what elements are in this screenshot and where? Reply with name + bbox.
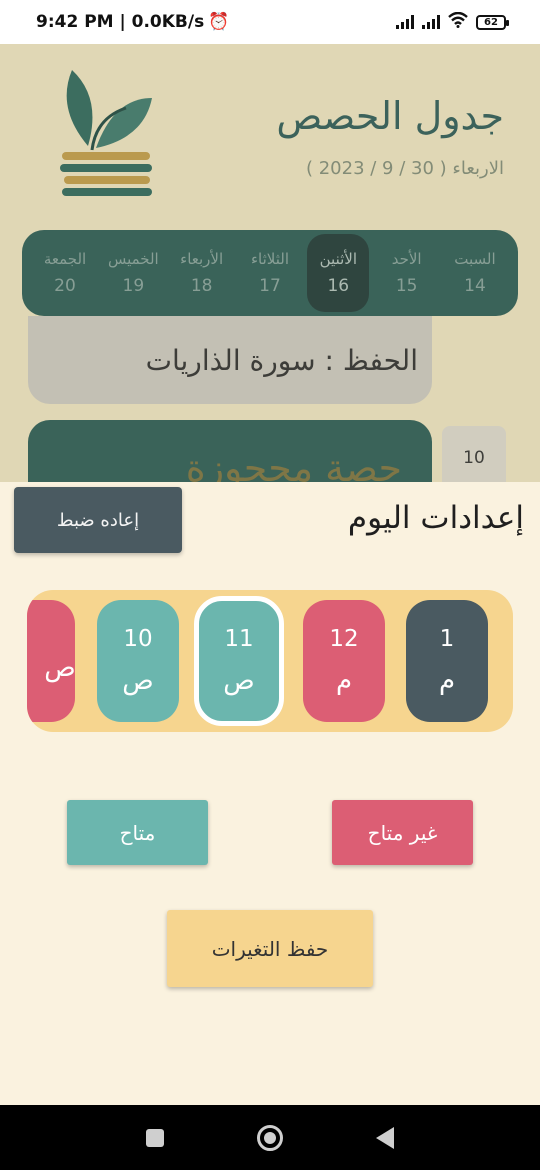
hour-number: 11: [224, 626, 254, 652]
status-right: 62: [396, 11, 509, 33]
day-name: السبت: [454, 250, 496, 268]
session-hour-tag: 10: [442, 426, 506, 490]
page-title: جدول الحصص: [276, 94, 504, 138]
recents-icon[interactable]: [146, 1128, 165, 1147]
days-strip: السبت 14 الأحد 15 الأثنين 16 الثلاثاء 17…: [22, 230, 518, 316]
status-time-speed: 9:42 PM | 0.0KB/s: [36, 12, 205, 32]
available-button[interactable]: متاح: [67, 800, 208, 865]
unavailable-button[interactable]: غير متاح: [332, 800, 473, 865]
day-number: 14: [464, 276, 486, 296]
wifi-icon: [448, 11, 468, 33]
day-number: 20: [54, 276, 76, 296]
day-wednesday[interactable]: الأربعاء 18: [171, 234, 233, 312]
hour-period: ص: [122, 666, 154, 696]
alarm-icon: ⏰: [208, 12, 230, 32]
save-changes-button[interactable]: حفظ التغيرات: [167, 910, 373, 987]
signal-icon: [422, 15, 440, 29]
reset-button[interactable]: إعاده ضبط: [14, 487, 182, 553]
system-nav-bar: [0, 1105, 540, 1170]
hour-period: م: [335, 666, 353, 696]
page-date: الاربعاء ( 30 / 9 / 2023 ): [305, 158, 504, 179]
day-number: 19: [122, 276, 145, 296]
home-icon[interactable]: [256, 1124, 283, 1151]
hour-number: 12: [329, 626, 359, 652]
session-hour: 10: [463, 448, 485, 468]
day-number: 17: [259, 276, 281, 296]
day-settings-sheet: إعدادات اليوم إعاده ضبط 1 م 12 م 11 ص 10…: [0, 482, 540, 1105]
day-number: 15: [395, 276, 418, 296]
hours-scroller[interactable]: 1 م 12 م 11 ص 10 ص ص: [27, 590, 513, 732]
day-name: الأثنين: [319, 250, 357, 268]
hour-chip-1pm[interactable]: 1 م: [406, 600, 488, 722]
day-name: الأحد: [391, 250, 422, 268]
day-friday[interactable]: الجمعة 20: [34, 234, 96, 312]
hour-chip-12pm[interactable]: 12 م: [303, 600, 385, 722]
status-bar: 9:42 PM | 0.0KB/s ⏰ 62: [0, 0, 540, 44]
day-name: الخميس: [107, 250, 159, 268]
memorize-text: الحفظ : سورة الذاريات: [145, 343, 418, 377]
memorize-card[interactable]: الحفظ : سورة الذاريات: [28, 316, 432, 404]
day-thursday[interactable]: الخميس 19: [102, 234, 164, 312]
day-name: الثلاثاء: [250, 250, 289, 268]
day-name: الأربعاء: [180, 250, 224, 268]
hour-period: ص: [44, 653, 76, 683]
back-icon[interactable]: [375, 1126, 394, 1149]
day-monday[interactable]: الأثنين 16: [307, 234, 370, 312]
status-left: 9:42 PM | 0.0KB/s ⏰: [36, 12, 229, 32]
hour-chip-10am[interactable]: 10 ص: [97, 600, 179, 722]
hour-number: 10: [123, 626, 153, 652]
day-sunday[interactable]: الأحد 15: [376, 234, 438, 312]
battery-level: 62: [484, 16, 498, 28]
book-leaf-logo-icon: [60, 70, 152, 196]
day-tuesday[interactable]: الثلاثاء 17: [239, 234, 301, 312]
hour-chip-11am[interactable]: 11 ص: [194, 596, 284, 726]
hour-period: م: [438, 666, 456, 696]
hour-number: 1: [439, 626, 455, 652]
day-number: 16: [327, 276, 350, 296]
hour-period: ص: [223, 666, 255, 696]
day-number: 18: [190, 276, 213, 296]
sheet-title: إعدادات اليوم: [347, 500, 524, 536]
battery-icon: 62: [476, 14, 509, 30]
day-saturday[interactable]: السبت 14: [444, 234, 506, 312]
day-name: الجمعة: [43, 250, 87, 268]
signal-icon: [396, 15, 414, 29]
hour-chip-partial[interactable]: ص: [27, 600, 76, 722]
